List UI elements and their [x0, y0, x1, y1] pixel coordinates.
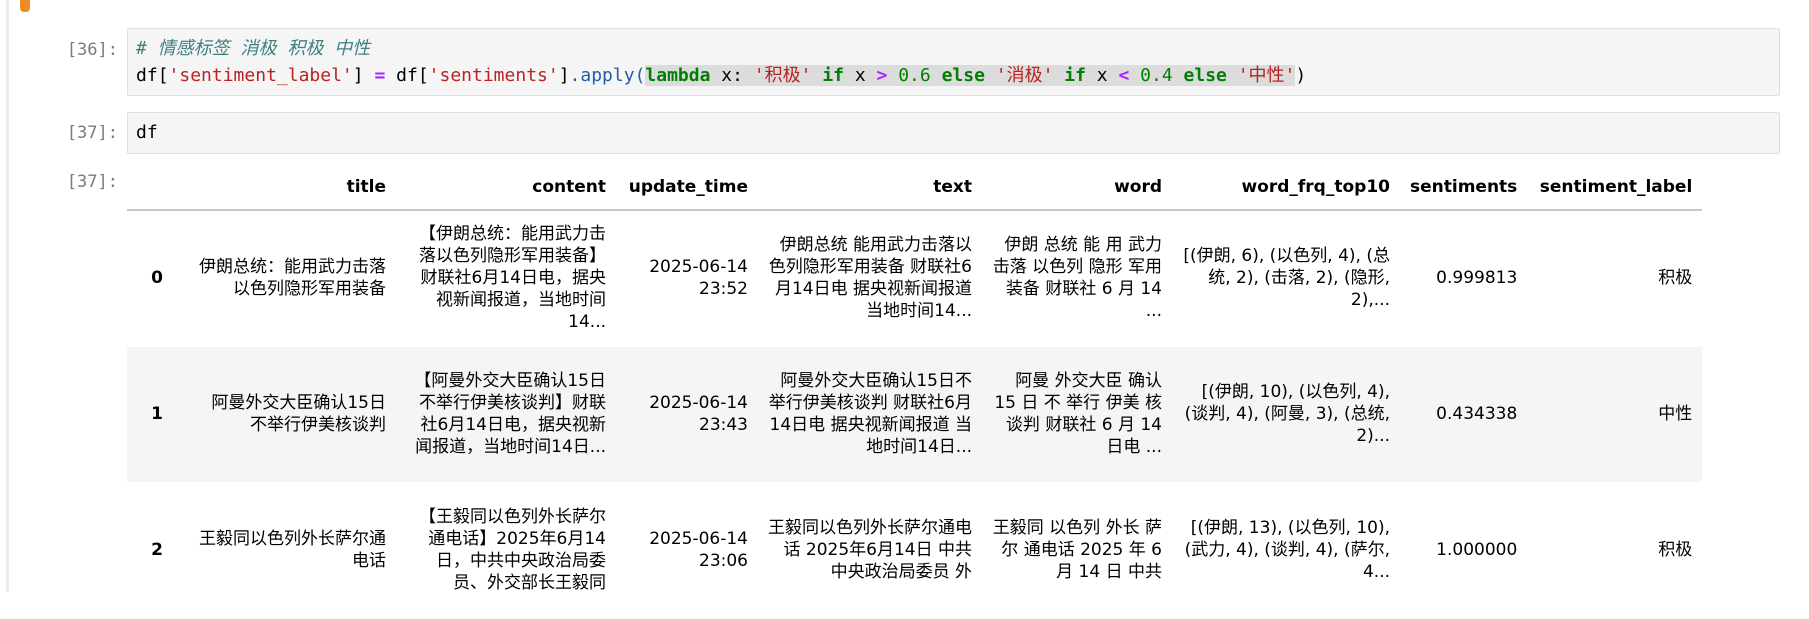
cell-content: 【伊朗总统：能用武力击落以色列隐形军用装备】财联社6月14日电，据央视新闻报道，…	[396, 210, 616, 347]
code-token: >	[876, 65, 888, 86]
cell-word-frq: [(伊朗, 13), (以色列, 10), (武力, 4), (谈判, 4), …	[1172, 482, 1400, 619]
column-header: word	[982, 165, 1172, 211]
cell-36-prompt: [36]:	[66, 40, 118, 60]
code-token: 0.6	[887, 65, 942, 86]
notebook-gutter	[6, 0, 9, 592]
cell-update-time: 2025-06-14 23:06	[616, 482, 758, 619]
column-header: sentiments	[1400, 165, 1528, 211]
cell-word: 伊朗 总统 能 用 武力 击落 以色列 隐形 军用 装备 财联社 6 月 14 …	[982, 210, 1172, 347]
row-index: 0	[127, 210, 187, 347]
code-token: else	[941, 65, 985, 86]
code-token: ]	[558, 65, 570, 86]
cell-word-frq: [(伊朗, 6), (以色列, 4), (总统, 2), (击落, 2), (隐…	[1172, 210, 1400, 347]
cell-title: 阿曼外交大臣确认15日不举行伊美核谈判	[187, 346, 396, 483]
output-37-prompt: [37]:	[66, 172, 118, 192]
code-cell-36[interactable]: # 情感标签 消极 积极 中性 df['sentiment_label'] = …	[127, 28, 1780, 96]
code-token: ]	[352, 65, 364, 86]
cell-37-prompt: [37]:	[66, 123, 118, 143]
code-token: 'sentiments'	[428, 65, 559, 86]
code-cell-37[interactable]: df	[127, 112, 1780, 154]
row-index: 2	[127, 482, 187, 619]
column-header: sentiment_label	[1527, 165, 1703, 211]
code-token: 'sentiment_label'	[168, 65, 353, 86]
cell-sentiments: 1.000000	[1400, 482, 1528, 619]
cell-text: 伊朗总统 能用武力击落以色列隐形军用装备 财联社6月14日电 据央视新闻报道 当…	[758, 210, 982, 347]
cell-text: 阿曼外交大臣确认15日不举行伊美核谈判 财联社6月14日电 据央视新闻报道 当地…	[758, 346, 982, 483]
code-text: df	[136, 122, 158, 143]
code-token: x:	[710, 65, 754, 86]
column-header: update_time	[616, 165, 758, 211]
column-header: word_frq_top10	[1172, 165, 1400, 211]
code-token: <	[1118, 65, 1130, 86]
code-token: '中性'	[1226, 65, 1296, 86]
code-token: [	[157, 65, 169, 86]
table-row: 1 阿曼外交大臣确认15日不举行伊美核谈判 【阿曼外交大臣确认15日不举行伊美核…	[127, 346, 1703, 483]
code-token: x	[854, 65, 877, 86]
code-token: )	[1295, 65, 1307, 86]
cell-sentiments: 0.434338	[1400, 346, 1528, 483]
column-header: content	[396, 165, 616, 211]
code-token: else	[1183, 65, 1227, 86]
code-token: 0.4	[1129, 65, 1184, 86]
cell-sentiment-label: 中性	[1527, 346, 1703, 483]
code-token: [	[417, 65, 429, 86]
table-row: 0 伊朗总统：能用武力击落以色列隐形军用装备 【伊朗总统：能用武力击落以色列隐形…	[127, 210, 1703, 347]
column-header: title	[187, 165, 396, 211]
cell-title: 王毅同以色列外长萨尔通电话	[187, 482, 396, 619]
code-token: '消极'	[984, 65, 1054, 86]
cell-word: 王毅同 以色列 外长 萨尔 通电话 2025 年 6 月 14 日 中共	[982, 482, 1172, 619]
active-cell-marker	[20, 0, 30, 12]
code-token: x	[1096, 65, 1119, 86]
table-row: 2 王毅同以色列外长萨尔通电话 【王毅同以色列外长萨尔通电话】2025年6月14…	[127, 482, 1703, 619]
code-token: if	[811, 65, 855, 86]
cell-sentiments: 0.999813	[1400, 210, 1528, 347]
cell-text: 王毅同以色列外长萨尔通电话 2025年6月14日 中共中央政治局委员 外	[758, 482, 982, 619]
column-header: text	[758, 165, 982, 211]
cell-word-frq: [(伊朗, 10), (以色列, 4), (谈判, 4), (阿曼, 3), (…	[1172, 346, 1400, 483]
cell-update-time: 2025-06-14 23:52	[616, 210, 758, 347]
cell-content: 【王毅同以色列外长萨尔通电话】2025年6月14日，中共中央政治局委员、外交部长…	[396, 482, 616, 619]
column-header	[127, 165, 187, 211]
row-index: 1	[127, 346, 187, 483]
code-token: =	[363, 65, 397, 86]
code-token: '积极'	[753, 65, 812, 86]
cell-content: 【阿曼外交大臣确认15日不举行伊美核谈判】财联社6月14日电，据央视新闻报道，当…	[396, 346, 616, 483]
code-token: if	[1053, 65, 1097, 86]
cell-title: 伊朗总统：能用武力击落以色列隐形军用装备	[187, 210, 396, 347]
cell-sentiment-label: 积极	[1527, 210, 1703, 347]
code-token: df	[396, 65, 418, 86]
table-header-row: title content update_time text word word…	[127, 165, 1703, 211]
dataframe-table: title content update_time text word word…	[127, 165, 1703, 619]
code-token: df	[136, 65, 158, 86]
cell-update-time: 2025-06-14 23:43	[616, 346, 758, 483]
code-token: .apply(	[569, 65, 646, 86]
cell-sentiment-label: 积极	[1527, 482, 1703, 619]
code-comment: # 情感标签 消极 积极 中性	[136, 38, 371, 59]
cell-word: 阿曼 外交大臣 确认 15 日 不 举行 伊美 核 谈判 财联社 6 月 14 …	[982, 346, 1172, 483]
code-token: lambda	[645, 65, 711, 86]
